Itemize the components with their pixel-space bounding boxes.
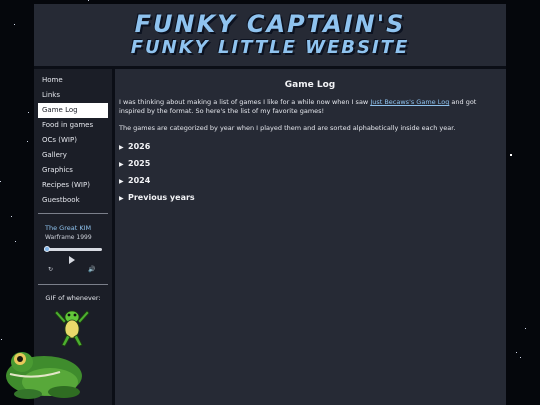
- site-title-line2: FUNKY LITTLE WEBSITE: [130, 37, 410, 58]
- play-icon[interactable]: [69, 256, 75, 264]
- sidebar-item-links[interactable]: Links: [34, 88, 112, 103]
- year-label: 2024: [128, 176, 151, 185]
- star: [88, 0, 89, 1]
- track-artist: Warframe 1999: [45, 234, 92, 241]
- year-label: 2026: [128, 142, 151, 151]
- year-toggle-2025[interactable]: ▶ 2025: [119, 155, 503, 172]
- page-title: Game Log: [284, 80, 336, 90]
- tree-frog-image: [6, 352, 82, 399]
- star: [15, 241, 16, 242]
- star: [510, 154, 512, 156]
- gif-label: GIF of whenever:: [45, 294, 101, 302]
- disclosure-triangle-icon: ▶: [119, 144, 124, 151]
- star: [28, 112, 29, 113]
- star: [520, 357, 521, 358]
- site-title-line1: FUNKY CAPTAIN'S: [134, 10, 406, 38]
- year-toggle-previous[interactable]: ▶ Previous years: [119, 189, 503, 206]
- sidebar-item-food-in-games[interactable]: Food in games: [34, 118, 112, 133]
- star: [525, 328, 526, 329]
- main-content: Game Log I was thinking about making a l…: [117, 74, 503, 206]
- star: [516, 352, 517, 353]
- repeat-icon[interactable]: ↻: [48, 266, 53, 273]
- site-banner: FUNKY CAPTAIN'S FUNKY LITTLE WEBSITE: [34, 4, 506, 64]
- star: [11, 216, 12, 217]
- year-toggle-2024[interactable]: ▶ 2024: [119, 172, 503, 189]
- sidebar-item-recipes[interactable]: Recipes (WIP): [34, 178, 112, 193]
- sidebar-item-home[interactable]: Home: [34, 73, 112, 88]
- site-container: FUNKY CAPTAIN'S FUNKY LITTLE WEBSITE Hom…: [6, 4, 506, 405]
- game-log-link[interactable]: Just Becaws's Game Log: [370, 98, 449, 106]
- intro-text: I was thinking about making a list of ga…: [119, 98, 371, 106]
- star: [14, 24, 15, 25]
- intro-paragraph: I was thinking about making a list of ga…: [119, 98, 503, 116]
- sidebar-item-game-log[interactable]: Game Log: [38, 103, 108, 118]
- volume-icon[interactable]: 🔊: [88, 266, 95, 273]
- progress-knob[interactable]: [44, 246, 50, 252]
- sidebar-divider: [38, 284, 108, 285]
- year-label: Previous years: [128, 193, 195, 202]
- disclosure-triangle-icon: ▶: [119, 161, 124, 168]
- progress-slider[interactable]: [44, 246, 102, 252]
- star: [0, 181, 1, 182]
- category-paragraph: The games are categorized by year when I…: [119, 124, 456, 132]
- sidebar-item-ocs[interactable]: OCs (WIP): [34, 133, 112, 148]
- track-title: The Great KIM: [45, 224, 92, 232]
- star: [27, 141, 28, 142]
- sidebar: Home Links Game Log Food in games OCs (W…: [6, 69, 115, 405]
- disclosure-triangle-icon: ▶: [119, 195, 124, 202]
- year-list: ▶ 2026 ▶ 2025 ▶ 2024 ▶ Previous years: [117, 138, 503, 206]
- sidebar-divider: [38, 213, 108, 214]
- sidebar-item-graphics[interactable]: Graphics: [34, 163, 112, 178]
- year-toggle-2026[interactable]: ▶ 2026: [119, 138, 503, 155]
- sidebar-nav: Home Links Game Log Food in games OCs (W…: [34, 73, 112, 208]
- year-label: 2025: [128, 159, 151, 168]
- dancing-frog-gif: [54, 310, 90, 347]
- sidebar-item-guestbook[interactable]: Guestbook: [34, 193, 112, 208]
- disclosure-triangle-icon: ▶: [119, 178, 124, 185]
- star: [1, 339, 2, 340]
- sidebar-item-gallery[interactable]: Gallery: [34, 148, 112, 163]
